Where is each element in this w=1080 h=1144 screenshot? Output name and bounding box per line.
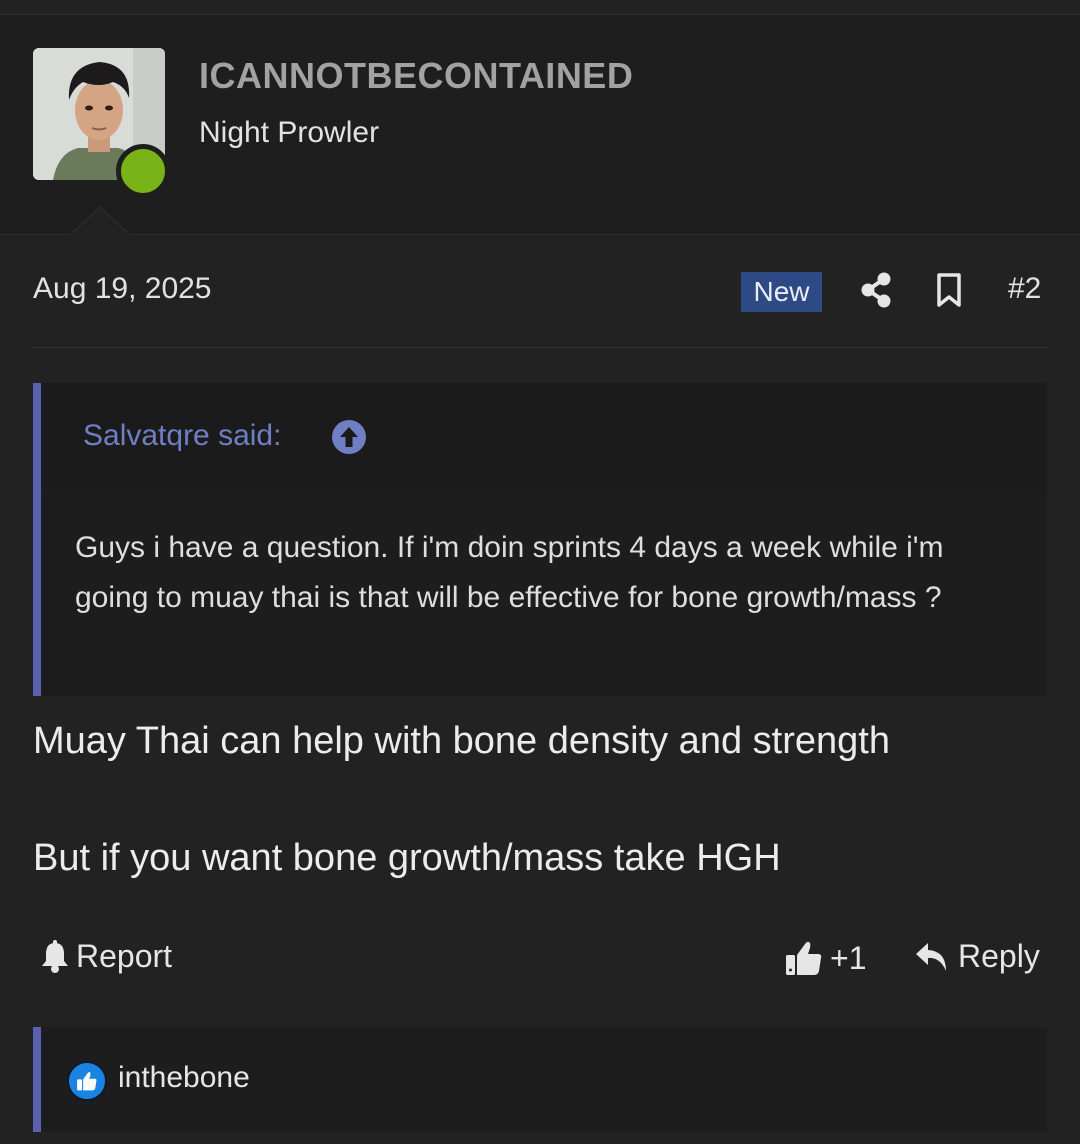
like-count: +1 xyxy=(830,939,867,976)
reaction-user[interactable]: inthebone xyxy=(118,1061,250,1095)
bookmark-icon[interactable] xyxy=(932,270,966,310)
username[interactable]: ICANNOTBECONTAINED xyxy=(199,55,633,97)
reactions-bar: inthebone xyxy=(33,1027,1047,1132)
online-status-indicator xyxy=(116,144,170,198)
quote-block: Salvatqre said: Guys i have a question. … xyxy=(33,383,1047,696)
reply-button[interactable]: Reply xyxy=(914,938,1040,975)
user-title: Night Prowler xyxy=(199,116,380,149)
thumbs-up-icon xyxy=(786,941,822,975)
divider xyxy=(33,347,1047,348)
quote-header: Salvatqre said: xyxy=(41,383,1047,489)
quote-text: Guys i have a question. If i'm doin spri… xyxy=(75,531,944,614)
like-button[interactable]: +1 xyxy=(784,938,866,978)
jump-to-quote-icon[interactable] xyxy=(331,419,367,460)
message-line-2: But if you want bone growth/mass take HG… xyxy=(33,837,781,879)
post-date[interactable]: Aug 19, 2025 xyxy=(33,272,212,306)
message-line-1: Muay Thai can help with bone density and… xyxy=(33,720,890,762)
report-button[interactable]: Report xyxy=(38,938,172,975)
reply-icon xyxy=(916,942,946,971)
bell-icon xyxy=(42,939,68,973)
report-label: Report xyxy=(76,938,173,974)
user-header: ICANNOTBECONTAINED Night Prowler xyxy=(0,15,1080,235)
reply-label: Reply xyxy=(958,938,1040,974)
quote-accent-bar xyxy=(33,383,41,696)
post-number[interactable]: #2 xyxy=(1008,272,1041,306)
like-reaction-icon xyxy=(67,1061,107,1101)
share-icon[interactable] xyxy=(856,270,896,310)
new-badge: New xyxy=(741,272,822,312)
reactions-accent-bar xyxy=(33,1027,41,1132)
quote-author[interactable]: Salvatqre said: xyxy=(83,419,281,453)
